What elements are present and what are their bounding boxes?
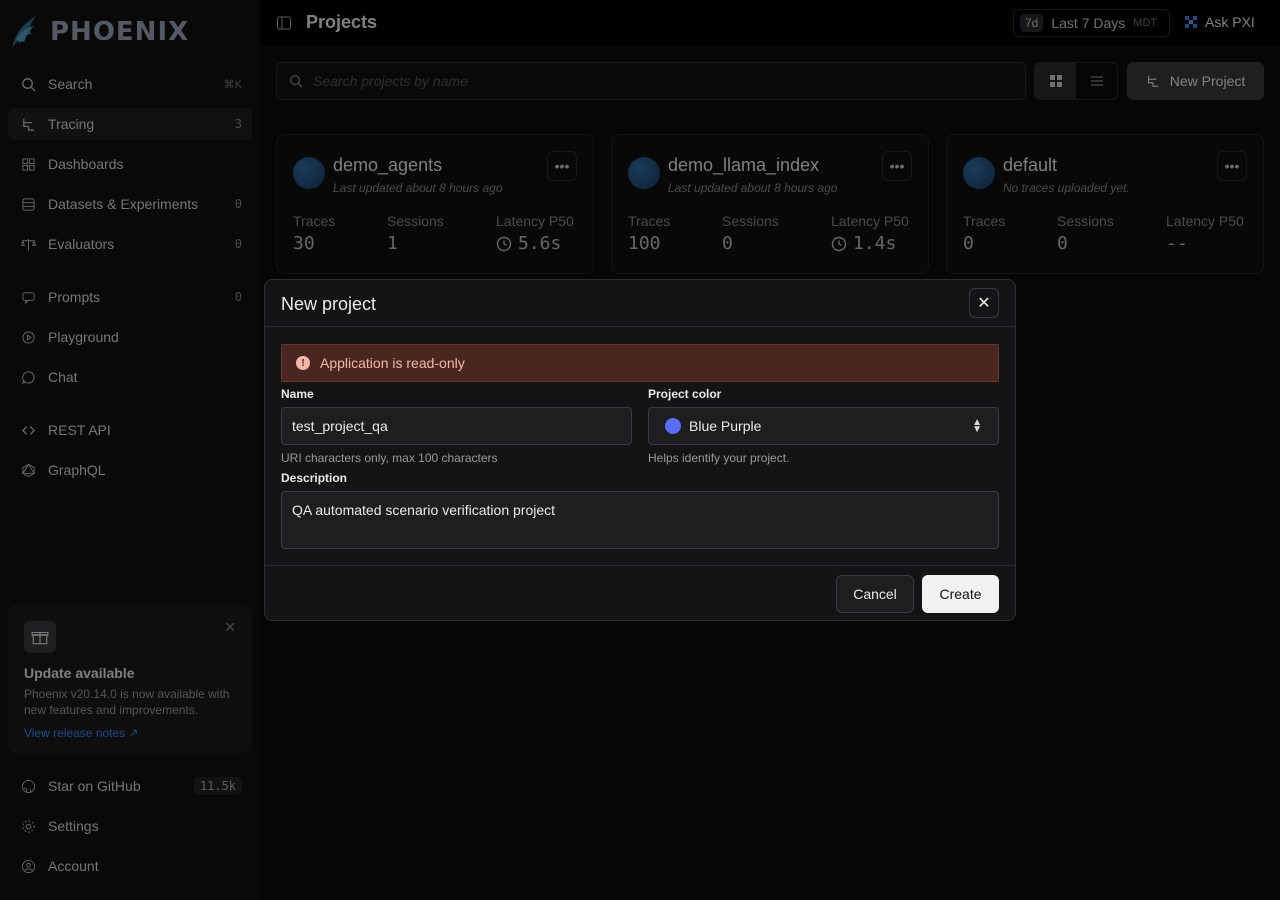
project-color-select[interactable]: Blue Purple ▲ ▼ — [648, 407, 999, 445]
read-only-alert: ! Application is read-only — [281, 344, 999, 382]
color-swatch — [665, 418, 681, 434]
project-name-input[interactable] — [281, 407, 632, 445]
color-label: Project color — [648, 387, 722, 401]
dialog-header: New project ✕ — [265, 280, 1015, 327]
dialog-title: New project — [281, 294, 377, 314]
new-project-dialog: New project ✕ ! Application is read-only… — [264, 279, 1016, 621]
selected-color: Blue Purple — [689, 418, 762, 434]
name-help-text: URI characters only, max 100 characters — [281, 451, 498, 465]
chevron-updown-icon: ▲ ▼ — [972, 417, 982, 435]
create-button[interactable]: Create — [922, 575, 999, 613]
close-icon: ✕ — [977, 295, 991, 312]
description-textarea[interactable]: QA automated scenario verification proje… — [281, 491, 999, 549]
cancel-button[interactable]: Cancel — [836, 575, 914, 613]
close-dialog-button[interactable]: ✕ — [969, 288, 999, 318]
alert-icon: ! — [296, 356, 310, 370]
color-help-text: Helps identify your project. — [648, 451, 790, 465]
alert-message: Application is read-only — [320, 355, 465, 371]
dialog-footer: Cancel Create — [265, 565, 1015, 620]
description-label: Description — [281, 471, 348, 485]
name-label: Name — [281, 387, 314, 401]
